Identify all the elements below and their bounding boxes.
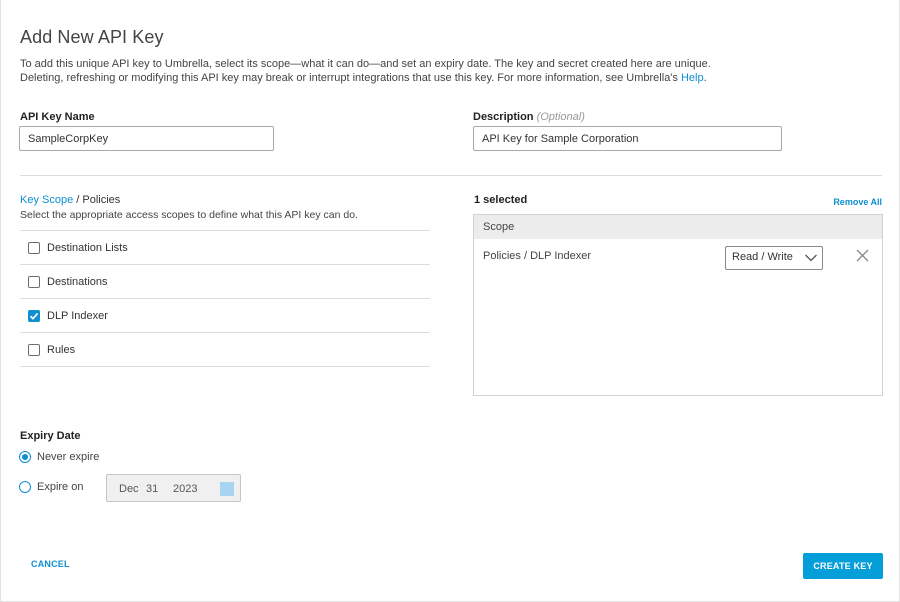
description-input[interactable] xyxy=(473,126,782,151)
help-link[interactable]: Help xyxy=(681,72,704,84)
intro-line-2: Deleting, refreshing or modifying this A… xyxy=(20,71,890,85)
key-scope-heading-rest: / Policies xyxy=(73,194,121,206)
intro-line-1: To add this unique API key to Umbrella, … xyxy=(20,58,711,70)
description-optional: (Optional) xyxy=(536,111,585,123)
key-scope-link[interactable]: Key Scope xyxy=(20,194,73,206)
intro-line-2-text: Deleting, refreshing or modifying this A… xyxy=(20,72,681,84)
checkmark-icon xyxy=(29,312,39,320)
access-level-select[interactable]: Read / Write xyxy=(725,246,823,270)
expire-on-option[interactable]: Expire on xyxy=(19,481,83,493)
calendar-icon[interactable] xyxy=(220,482,234,496)
scope-item-rules[interactable]: Rules xyxy=(20,333,430,367)
selected-count: 1 selected xyxy=(474,194,528,206)
intro-text: To add this unique API key to Umbrella, … xyxy=(20,57,890,85)
section-divider xyxy=(20,175,882,176)
scope-list: Destination Lists Destinations DLP Index… xyxy=(20,230,430,367)
access-level-value: Read / Write xyxy=(732,251,793,263)
dlp-indexer-checkbox[interactable] xyxy=(28,309,40,322)
page-title: Add New API Key xyxy=(20,27,164,47)
api-key-name-input[interactable] xyxy=(19,126,274,151)
scope-item-destination-lists[interactable]: Destination Lists xyxy=(20,231,430,265)
expire-on-label: Expire on xyxy=(37,481,84,493)
expire-on-radio[interactable] xyxy=(19,481,31,493)
key-scope-description: Select the appropriate access scopes to … xyxy=(20,209,358,221)
chevron-down-icon xyxy=(805,254,817,262)
scope-item-dlp-indexer[interactable]: DLP Indexer xyxy=(20,299,430,333)
remove-all-link[interactable]: Remove All xyxy=(833,197,882,207)
destination-lists-checkbox[interactable] xyxy=(28,241,40,254)
scope-item-destinations[interactable]: Destinations xyxy=(20,265,430,299)
api-key-name-label: API Key Name xyxy=(20,111,95,123)
never-expire-label: Never expire xyxy=(37,451,100,463)
intro-suffix: . xyxy=(703,72,707,84)
selected-scope-row: Policies / DLP Indexer Read / Write xyxy=(474,239,882,273)
scope-item-label: DLP Indexer xyxy=(47,309,108,322)
date-month[interactable]: Dec xyxy=(119,483,139,495)
never-expire-option[interactable]: Never expire xyxy=(19,451,99,463)
scope-item-label: Rules xyxy=(47,343,76,356)
scope-item-label: Destinations xyxy=(47,275,108,288)
destinations-checkbox[interactable] xyxy=(28,275,40,288)
never-expire-radio[interactable] xyxy=(19,451,31,463)
description-label-text: Description xyxy=(473,111,534,123)
expiry-date-label: Expiry Date xyxy=(20,430,81,442)
create-key-button[interactable]: CREATE KEY xyxy=(803,553,883,579)
key-scope-heading: Key Scope / Policies xyxy=(20,194,120,206)
close-icon[interactable] xyxy=(856,249,869,262)
selected-scopes-panel: Scope Policies / DLP Indexer Read / Writ… xyxy=(473,214,883,396)
selected-scope-label: Policies / DLP Indexer xyxy=(483,250,592,262)
rules-checkbox[interactable] xyxy=(28,343,40,356)
date-year[interactable]: 2023 xyxy=(173,483,197,495)
expiry-date-picker[interactable]: Dec 31 2023 xyxy=(106,474,241,502)
cancel-button[interactable]: CANCEL xyxy=(31,559,70,569)
date-day[interactable]: 31 xyxy=(146,483,158,495)
scope-item-label: Destination Lists xyxy=(47,241,128,254)
scope-column-header: Scope xyxy=(474,215,882,239)
description-label: Description (Optional) xyxy=(473,111,585,123)
